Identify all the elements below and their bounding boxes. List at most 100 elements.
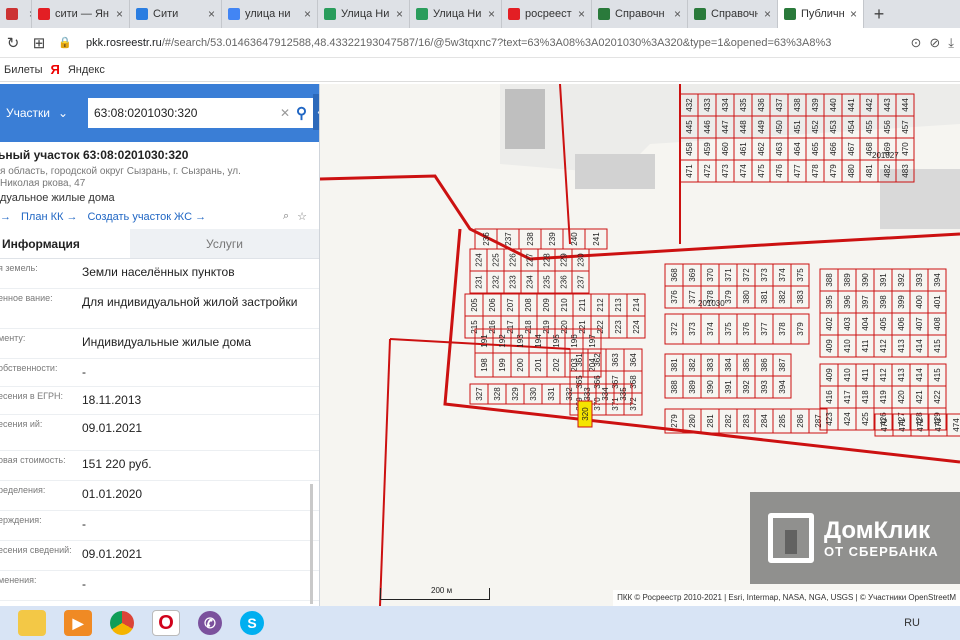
tab-title: Публичн [801, 8, 844, 20]
close-icon[interactable]: × [764, 7, 771, 21]
close-icon[interactable]: × [578, 7, 585, 21]
parcel-number: 435 [739, 98, 748, 112]
parcel-number: 382 [688, 358, 697, 372]
download-icon[interactable]: ⤓ [948, 35, 954, 51]
close-icon[interactable]: ✕ [280, 106, 290, 120]
browser-tab[interactable]: росреест × [502, 0, 592, 28]
property-key: есения ий: [0, 419, 43, 429]
search-input[interactable] [94, 106, 274, 120]
parcel-number: 367 [611, 375, 620, 389]
tab-services[interactable]: Услуги [130, 229, 319, 258]
parcel-number: 210 [560, 298, 569, 312]
property-row: ределения: 01.01.2020 [0, 481, 319, 511]
parcel-number: 209 [542, 298, 551, 312]
collapse-panel-button[interactable]: ‹ [313, 94, 319, 130]
search-category-label: Участки [6, 106, 50, 120]
close-icon[interactable]: × [674, 7, 681, 21]
rosreestr-icon [784, 8, 796, 20]
bookmark-yandex[interactable]: Яндекс [68, 64, 105, 76]
parcel-number: 374 [706, 322, 715, 336]
tab-information[interactable]: Информация [0, 229, 130, 258]
parcel-number: 475 [757, 164, 766, 178]
search-icon[interactable]: ⚲ [296, 104, 307, 122]
viber-icon[interactable]: ✆ [198, 611, 222, 635]
parcel-number: 239 [548, 232, 557, 246]
opera-icon[interactable]: O [152, 610, 180, 636]
chrome-icon[interactable] [110, 611, 134, 635]
url-field[interactable]: pkk.rosreestr.ru/#/search/53.01463647912… [86, 37, 910, 49]
parcel-number: 415 [933, 368, 942, 382]
link-plan-kk[interactable]: План КК → [21, 211, 77, 223]
parcel-number: 287 [814, 414, 823, 428]
close-icon[interactable]: × [396, 7, 403, 21]
parcel-number: 404 [861, 317, 870, 331]
domclick-sub: ОТ СБЕРБАНКА [824, 543, 939, 559]
link-create-parcel[interactable]: Создать участок ЖС → [87, 211, 206, 223]
property-value: 18.11.2013 [82, 393, 142, 407]
close-icon[interactable]: × [488, 7, 495, 21]
parcel-number: 335 [619, 387, 628, 401]
browser-tab[interactable]: Справочн × [688, 0, 778, 28]
tab-title: Справочн [711, 8, 758, 20]
link-arrow[interactable]: → [0, 211, 11, 223]
new-tab-button[interactable]: + [864, 0, 894, 28]
browser-tab[interactable]: Публичн × [778, 0, 864, 28]
search-category-select[interactable]: Участки ⌄ [6, 106, 78, 120]
browser-tab[interactable]: Улица Ни × [410, 0, 502, 28]
bookmark-tickets[interactable]: Билеты [4, 64, 42, 76]
yandex-icon [508, 8, 520, 20]
bookmarks-bar: Билеты Я Яндекс [0, 58, 960, 82]
browser-tab[interactable]: улица ни × [222, 0, 318, 28]
parcel-number: 383 [706, 358, 715, 372]
parcel-number: 391 [879, 273, 888, 287]
search-box: ✕ ⚲ [88, 98, 313, 128]
find-on-map-icon[interactable]: ⌕ [283, 210, 289, 223]
tab-title: улица ни [245, 8, 291, 20]
tab-title: Сити [153, 8, 179, 20]
cadastral-map[interactable]: 236 237 238 239 240 241 224 225 226 227 228 229 230 2… [320, 84, 960, 606]
panel-scrollbar[interactable] [310, 484, 313, 604]
parcel-number: 463 [775, 142, 784, 156]
close-icon[interactable]: × [116, 7, 123, 21]
browser-tab[interactable]: сити — Ян × [32, 0, 130, 28]
star-icon[interactable]: ☆ [297, 210, 307, 223]
parcel-number: 476 [775, 164, 784, 178]
close-icon[interactable]: × [850, 7, 857, 21]
reload-icon[interactable]: ↻ [0, 34, 26, 52]
parcel-number: 226 [509, 253, 518, 267]
parcel-number: 377 [760, 322, 769, 336]
parcel-number: 438 [793, 98, 802, 112]
parcel-number: 457 [901, 120, 910, 134]
media-player-icon[interactable]: ▶ [64, 610, 92, 636]
skype-icon[interactable]: S [240, 611, 264, 635]
parcel-number: 449 [757, 120, 766, 134]
yandex-icon [6, 8, 18, 20]
parcel-number: 482 [883, 164, 892, 178]
browser-tab[interactable]: сс - Ян× [0, 0, 32, 28]
close-icon[interactable]: × [208, 7, 215, 21]
domclick-logo-icon [768, 513, 814, 563]
taskbar: ▶ O ✆ S RU [0, 606, 960, 640]
browser-tab[interactable]: Улица Ни × [318, 0, 410, 28]
screenshot-icon[interactable]: ⊙ [910, 35, 921, 51]
parcel-number: 240 [570, 232, 579, 246]
parcel-number: 383 [796, 290, 805, 304]
property-key: есения в ЕГРН: [0, 391, 64, 401]
parcel-number: 199 [498, 358, 507, 372]
properties-list: я земель: Земли населённых пунктов енное в… [0, 259, 319, 601]
browser-tab[interactable]: Справочн × [592, 0, 688, 28]
parcel-number: 413 [897, 368, 906, 382]
block-icon[interactable]: ⊘ [929, 35, 940, 51]
parcel-number: 191 [480, 334, 489, 348]
parcel-number: 195 [552, 334, 561, 348]
language-indicator[interactable]: RU [904, 617, 920, 629]
file-explorer-icon[interactable] [18, 610, 46, 636]
parcel-number: 232 [492, 275, 501, 289]
close-icon[interactable]: × [304, 7, 311, 21]
parcel-number: 465 [811, 142, 820, 156]
apps-grid-icon[interactable]: ⊞ [26, 34, 52, 52]
parcel-number: 388 [825, 273, 834, 287]
parcel-number: 390 [706, 380, 715, 394]
parcel-number: 223 [614, 320, 623, 334]
browser-tab[interactable]: Сити × [130, 0, 222, 28]
